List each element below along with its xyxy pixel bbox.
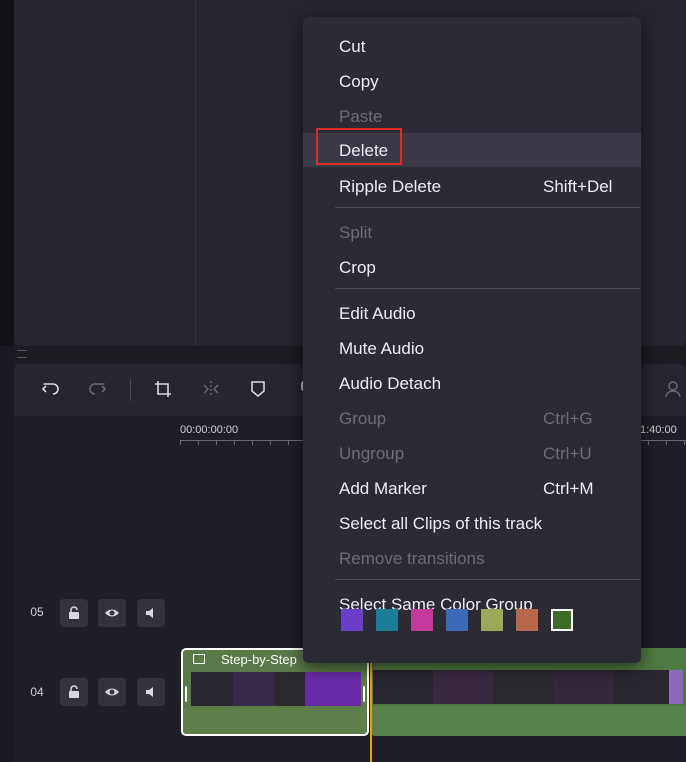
splitter-grip-icon[interactable] [17,350,27,358]
ruler-tick [648,440,649,445]
context-menu: Cut Copy Paste Delete Ripple Delete Shift… [303,17,641,663]
menu-item-audio-detach[interactable]: Audio Detach [303,366,641,400]
color-swatch[interactable] [411,609,433,631]
menu-item-select-all-clips[interactable]: Select all Clips of this track [303,506,641,540]
menu-separator [335,579,640,580]
eye-icon[interactable] [98,599,126,627]
track-number: 05 [30,605,44,619]
menu-separator [335,207,640,208]
color-swatch[interactable] [376,609,398,631]
color-swatch[interactable] [481,609,503,631]
clip-audio-waveform [183,708,367,734]
menu-item-group[interactable]: Group Ctrl+G [303,401,641,435]
menu-item-edit-audio[interactable]: Edit Audio [303,296,641,330]
menu-item-crop[interactable]: Crop [303,250,641,284]
ruler-tick [180,440,181,445]
clip-thumbnails [191,672,361,706]
menu-item-ripple-delete[interactable]: Ripple Delete Shift+Del [303,169,641,203]
clip-trim-handle-left[interactable] [185,686,187,702]
split-icon[interactable] [196,374,226,404]
ruler-tick [270,440,271,445]
speaker-icon[interactable] [137,599,165,627]
ruler-tick [666,440,667,445]
menu-item-add-marker[interactable]: Add Marker Ctrl+M [303,471,641,505]
menu-item-split[interactable]: Split [303,215,641,249]
ruler-tick [288,440,289,445]
preview-divider [195,0,196,346]
playhead[interactable] [370,648,372,762]
delete-highlight-box [316,128,402,165]
eye-icon[interactable] [98,678,126,706]
clip-thumbnails [373,670,683,704]
redo-icon[interactable] [82,374,112,404]
user-icon[interactable] [660,374,686,404]
menu-item-mute-audio[interactable]: Mute Audio [303,331,641,365]
clip-label: Step-by-Step [221,652,297,667]
menu-item-cut[interactable]: Cut [303,29,641,63]
unlock-icon[interactable] [60,599,88,627]
ruler-end-label: 1:40:00 [640,424,677,436]
preview-left-gutter [0,0,14,346]
menu-item-copy[interactable]: Copy [303,64,641,98]
marker-icon[interactable] [243,374,273,404]
color-swatch[interactable] [551,609,573,631]
track-headers [14,416,178,762]
undo-icon[interactable] [36,374,66,404]
ruler-tick [252,440,253,445]
track-number: 04 [30,685,44,699]
unlock-icon[interactable] [60,678,88,706]
toolbar-separator [130,379,131,401]
menu-separator [335,288,640,289]
color-swatch[interactable] [341,609,363,631]
menu-item-remove-transitions[interactable]: Remove transitions [303,541,641,575]
color-swatch[interactable] [446,609,468,631]
ruler-tick [216,440,217,445]
ruler-tick [684,440,685,445]
ruler-tick [198,440,199,445]
clip-audio-waveform [371,706,686,736]
video-clip-icon [193,654,205,664]
crop-icon[interactable] [148,374,178,404]
clip-trim-handle-right[interactable] [363,686,365,702]
speaker-icon[interactable] [137,678,165,706]
ruler-start-label: 00:00:00:00 [180,424,239,436]
color-swatch[interactable] [516,609,538,631]
menu-item-ungroup[interactable]: Ungroup Ctrl+U [303,436,641,470]
ruler-tick [234,440,235,445]
